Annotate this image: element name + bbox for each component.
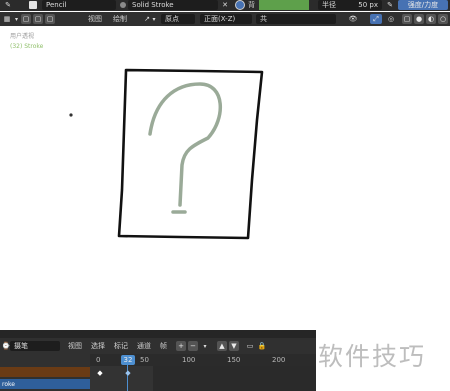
origin-label: 原点 <box>165 15 179 23</box>
channel-row-stroke[interactable]: roke <box>0 379 90 389</box>
shading-material[interactable]: ◐ <box>426 14 436 24</box>
jump-down-button[interactable]: ▼ <box>229 341 239 351</box>
timeline-marker-menu[interactable]: 标记 <box>114 340 128 352</box>
brush-name-field[interactable]: Pencil <box>42 0 116 10</box>
radius-field[interactable]: 半径 50 px <box>318 0 382 10</box>
timeline-mode-dropdown[interactable]: 摄笔 <box>10 341 60 351</box>
ruler-label-150: 150 <box>227 356 241 364</box>
chevron-down-icon-2[interactable]: ▾ <box>151 13 157 25</box>
channel-label: roke <box>2 380 15 388</box>
layer-field[interactable]: 共 <box>256 14 336 24</box>
ruler-label-0: 0 <box>96 356 101 364</box>
radius-label: 半径 <box>322 1 336 9</box>
keyframe-diamond[interactable]: ◆ <box>96 369 104 377</box>
editor-type-icon[interactable]: ▦ <box>1 13 13 25</box>
xray-toggle[interactable]: ▢ <box>402 14 412 24</box>
pressure-icon[interactable]: ✎ <box>385 0 395 10</box>
channel-row-orange[interactable] <box>0 367 90 377</box>
drawing-canvas[interactable] <box>0 26 450 326</box>
current-frame-indicator[interactable]: 32 <box>121 355 135 365</box>
watermark: 软件技巧 <box>318 342 427 371</box>
gizmo-toggle[interactable]: ⤢ <box>370 14 382 24</box>
camera-icon[interactable]: ▭ <box>245 340 255 352</box>
orientation-label: 正面(X-Z) <box>204 15 236 23</box>
timeline-channel-menu[interactable]: 通道 <box>137 340 151 352</box>
material-field[interactable]: Solid Stroke <box>128 0 218 10</box>
keyframe-diamond-current[interactable]: ◆ <box>124 369 132 377</box>
shading-solid[interactable]: ● <box>414 14 424 24</box>
header-glyph: 背 <box>248 1 255 9</box>
lock-icon[interactable]: 🔒 <box>257 340 267 352</box>
draw-menu[interactable]: 绘制 <box>113 13 127 25</box>
radius-value: 50 px <box>358 1 378 9</box>
brush-preview-icon[interactable] <box>27 0 39 10</box>
strength-field[interactable]: 强度/力度 <box>398 0 448 10</box>
question-mark-stroke <box>148 82 222 207</box>
view-menu[interactable]: 视图 <box>88 13 102 25</box>
ruler-label-50: 50 <box>140 356 149 364</box>
timeline-frame-menu[interactable]: 帧 <box>160 340 167 352</box>
overlay-icon[interactable]: ◎ <box>385 13 397 25</box>
origin-dropdown[interactable]: 原点 <box>161 14 195 24</box>
remove-keyframe-button[interactable]: − <box>188 341 198 351</box>
add-keyframe-button[interactable]: + <box>176 341 186 351</box>
layer-glyph: 共 <box>260 15 267 23</box>
jump-up-button[interactable]: ▲ <box>217 341 227 351</box>
toggle-b[interactable]: ▢ <box>33 14 43 24</box>
color-mode-icon[interactable] <box>235 0 245 10</box>
timeline-mode-label: 摄笔 <box>14 342 28 350</box>
toggle-c[interactable]: ▢ <box>45 14 55 24</box>
toggle-a[interactable]: ▢ <box>21 14 31 24</box>
chevron-down-icon[interactable]: ▾ <box>13 13 20 25</box>
shading-render[interactable]: ○ <box>438 14 448 24</box>
timeline-select-menu[interactable]: 选择 <box>91 340 105 352</box>
orientation-dropdown[interactable]: 正面(X-Z) <box>200 14 252 24</box>
material-icon[interactable] <box>118 0 128 10</box>
eye-icon[interactable]: 👁 <box>347 13 359 25</box>
chevron-down-icon-3[interactable]: ▾ <box>201 340 209 352</box>
active-color-swatch[interactable] <box>259 0 309 10</box>
ruler-label-100: 100 <box>182 356 196 364</box>
unlink-icon[interactable]: ✕ <box>220 0 230 10</box>
box-stroke <box>117 68 264 240</box>
3d-cursor <box>69 113 73 117</box>
timeline-view-menu[interactable]: 视图 <box>68 340 82 352</box>
ruler-label-200: 200 <box>272 356 286 364</box>
pencil-tool-icon[interactable]: ✎ <box>3 0 13 10</box>
